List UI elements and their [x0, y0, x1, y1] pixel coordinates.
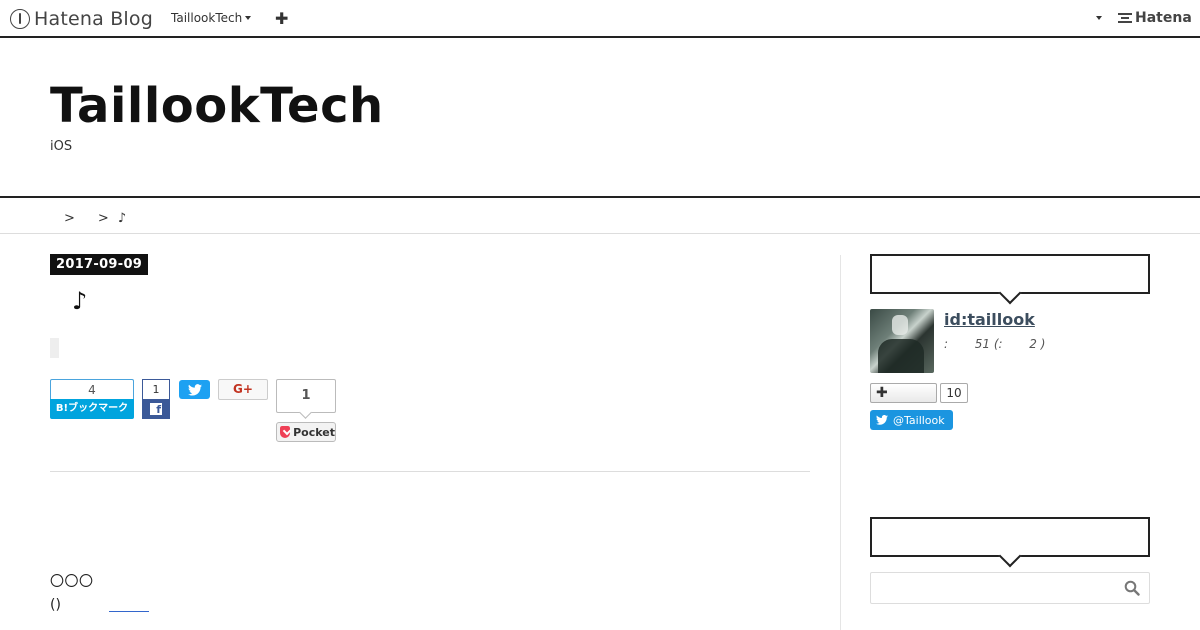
breadcrumb-separator: >	[97, 211, 109, 226]
entry-divider	[50, 471, 810, 472]
pocket-button[interactable]: Pocket	[276, 422, 336, 442]
blog-switcher-menu[interactable]: TaillookTech	[171, 11, 252, 25]
hatena-blog-logo-icon	[10, 9, 30, 29]
entry-category-tag[interactable]	[50, 338, 59, 358]
breadcrumb-current: ♪	[117, 211, 127, 226]
profile-user-id[interactable]: id:taillook	[944, 310, 1035, 329]
facebook-icon: f	[150, 403, 162, 416]
facebook-share-button[interactable]: f	[142, 399, 170, 419]
new-entry-plus-icon[interactable]: ✚	[275, 9, 288, 28]
breadcrumb-link-archive[interactable]	[84, 212, 88, 226]
hatena-blog-logo-text: Hatena Blog	[34, 8, 153, 30]
blog-switcher-label: TaillookTech	[171, 11, 243, 25]
twitter-bird-icon	[876, 415, 888, 425]
heading-pointer	[998, 544, 1022, 568]
profile-module-heading	[870, 254, 1150, 305]
hatena-bookmark-count[interactable]: 4	[50, 379, 134, 399]
user-menu-button[interactable]	[1093, 11, 1105, 25]
blog-header: TaillookTech iOS	[0, 40, 1200, 198]
breadcrumb-separator: >	[64, 211, 75, 226]
entry-date[interactable]: 2017-09-09	[50, 254, 149, 275]
search-icon[interactable]	[1124, 580, 1140, 596]
avatar[interactable]	[870, 309, 934, 373]
entry-body-link[interactable]	[109, 611, 149, 612]
global-header: Hatena Blog TaillookTech ✚ Hatena	[0, 0, 1200, 38]
hatena-logo-link[interactable]: Hatena	[1118, 10, 1192, 26]
entry-body-text: ()	[50, 597, 61, 613]
column-divider	[840, 255, 841, 630]
entry-title[interactable]: ♪	[72, 287, 87, 315]
heading-pointer	[998, 281, 1022, 305]
google-plus-button[interactable]: G+	[218, 379, 268, 400]
breadcrumb: > > ♪	[50, 211, 126, 226]
twitter-bird-icon	[187, 383, 202, 396]
search-input[interactable]	[870, 572, 1150, 604]
hatena-logo-text: Hatena	[1135, 10, 1192, 26]
search-module-heading	[870, 517, 1150, 568]
twitter-follow-button[interactable]: @Taillook	[870, 410, 953, 430]
twitter-follow-label: @Taillook	[893, 413, 945, 427]
hatena-bookmark-button[interactable]: B!ブックマーク	[50, 399, 134, 419]
profile-stats: : 51 (: 2 )	[944, 337, 1046, 351]
breadcrumb-divider	[0, 233, 1200, 234]
hatena-blog-logo[interactable]: Hatena Blog	[10, 7, 153, 31]
chevron-down-icon	[245, 16, 252, 20]
facebook-share-count: 1	[142, 379, 170, 399]
entry-body-text: 〇〇〇	[50, 574, 94, 590]
follower-count: 10	[940, 383, 968, 403]
pocket-icon	[280, 426, 291, 438]
follow-button[interactable]: ✚	[870, 383, 937, 403]
chevron-down-icon	[1096, 16, 1102, 20]
pocket-label: Pocket	[293, 425, 335, 439]
twitter-share-button[interactable]	[179, 380, 210, 399]
breadcrumb-link-home[interactable]	[50, 212, 54, 226]
blog-title[interactable]: TaillookTech	[50, 78, 384, 134]
hatena-logo-icon	[1118, 13, 1132, 23]
blog-description: iOS	[50, 139, 73, 154]
